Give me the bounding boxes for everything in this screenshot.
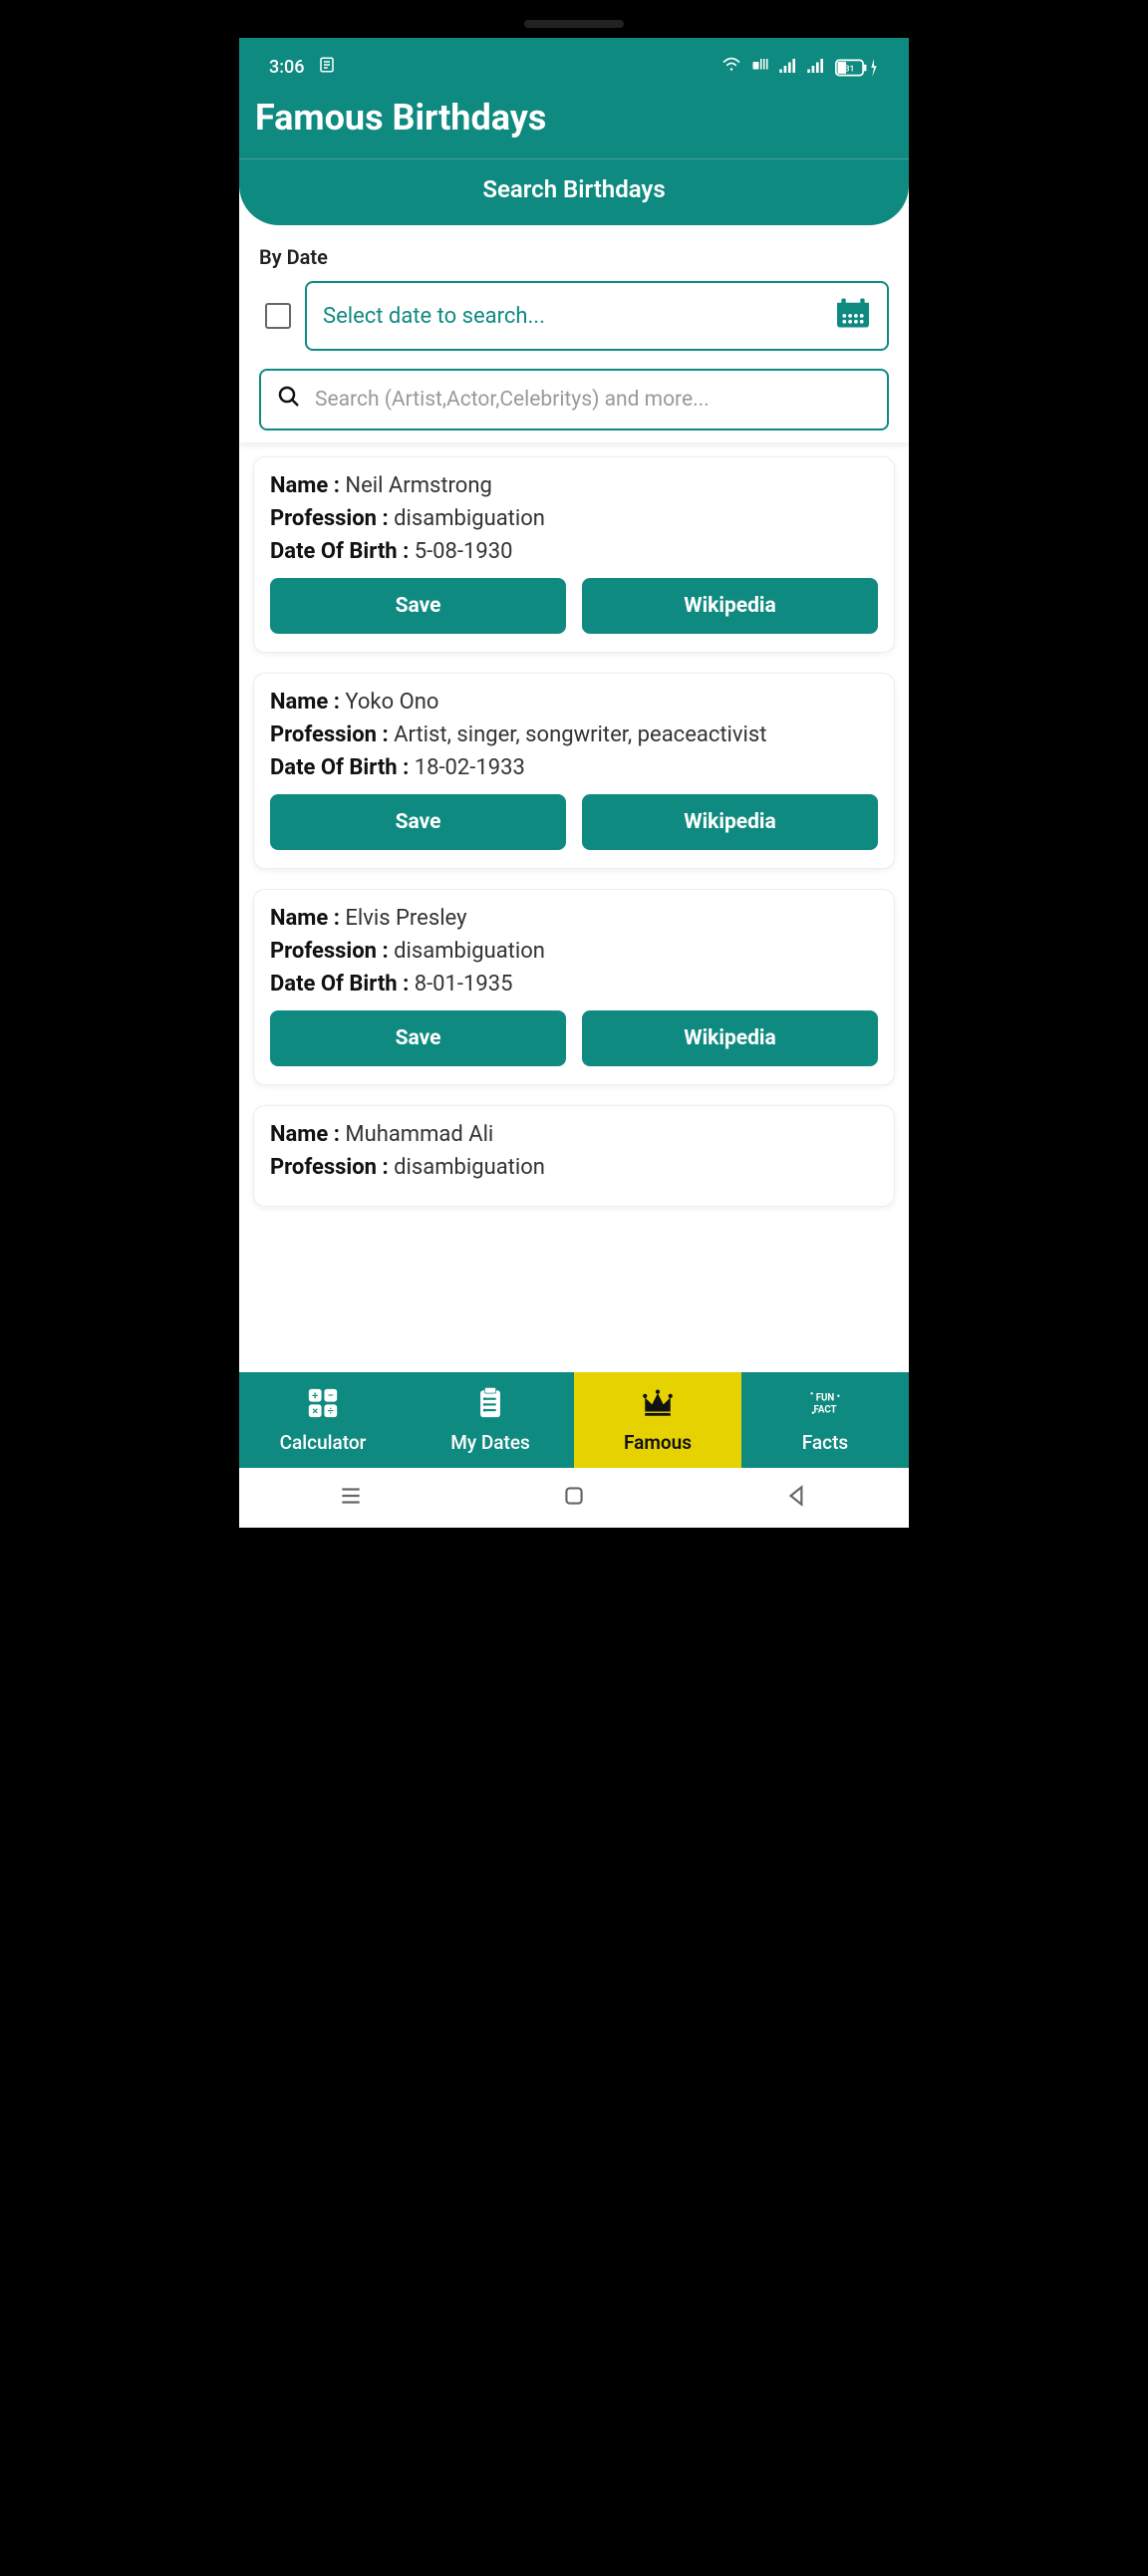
svg-text:+: + bbox=[312, 1388, 318, 1402]
search-icon bbox=[277, 385, 301, 415]
profession-label: Profession : bbox=[270, 1155, 394, 1180]
name-value: Muhammad Ali bbox=[345, 1122, 493, 1147]
svg-text:FACT: FACT bbox=[813, 1405, 836, 1416]
back-button[interactable] bbox=[784, 1483, 810, 1513]
app-bar: Famous Birthdays bbox=[239, 89, 909, 158]
device-frame: 3:06 31 bbox=[225, 0, 923, 1542]
wikipedia-button[interactable]: Wikipedia bbox=[582, 1010, 878, 1066]
dob-row: Date Of Birth : 8-01-1935 bbox=[270, 972, 878, 997]
page-title: Famous Birthdays bbox=[255, 97, 893, 139]
crown-icon bbox=[641, 1386, 675, 1425]
nav-mydates[interactable]: My Dates bbox=[407, 1372, 574, 1468]
save-button[interactable]: Save bbox=[270, 1010, 566, 1066]
name-value: Elvis Presley bbox=[345, 906, 466, 931]
save-button[interactable]: Save bbox=[270, 794, 566, 850]
dob-label: Date Of Birth : bbox=[270, 972, 415, 997]
signal-icon-1 bbox=[779, 57, 797, 78]
nav-label: My Dates bbox=[450, 1431, 530, 1454]
name-label: Name : bbox=[270, 1122, 345, 1147]
profession-label: Profession : bbox=[270, 722, 394, 747]
search-header: Search Birthdays bbox=[239, 158, 909, 225]
volte-icon bbox=[751, 57, 769, 78]
name-label: Name : bbox=[270, 690, 345, 715]
people-list[interactable]: Name : Neil Armstrong Profession : disam… bbox=[239, 442, 909, 1207]
date-checkbox[interactable] bbox=[265, 303, 291, 329]
nav-facts[interactable]: FUNFACT Facts bbox=[741, 1372, 909, 1468]
wifi-icon bbox=[721, 57, 741, 78]
profession-row: Profession : disambiguation bbox=[270, 506, 878, 531]
by-date-label: By Date bbox=[259, 245, 889, 269]
profession-row: Profession : disambiguation bbox=[270, 1155, 878, 1180]
content-area: By Date Select date to search... Search … bbox=[239, 225, 909, 1372]
profession-value: disambiguation bbox=[394, 506, 545, 531]
save-button[interactable]: Save bbox=[270, 578, 566, 634]
svg-text:×: × bbox=[312, 1403, 318, 1417]
screen: 3:06 31 bbox=[239, 38, 909, 1528]
calculator-icon: +−× ÷ bbox=[306, 1386, 340, 1425]
filter-section: By Date Select date to search... Search … bbox=[239, 225, 909, 442]
profession-value: disambiguation bbox=[394, 939, 545, 964]
wikipedia-button[interactable]: Wikipedia bbox=[582, 578, 878, 634]
speaker-notch bbox=[524, 20, 624, 28]
name-label: Name : bbox=[270, 906, 345, 931]
profession-row: Profession : Artist, singer, songwriter,… bbox=[270, 722, 878, 747]
dob-label: Date Of Birth : bbox=[270, 539, 415, 564]
search-placeholder: Search (Artist,Actor,Celebritys) and mor… bbox=[315, 388, 710, 412]
home-button[interactable] bbox=[561, 1483, 587, 1513]
wikipedia-button[interactable]: Wikipedia bbox=[582, 794, 878, 850]
signal-icon-2 bbox=[807, 57, 825, 78]
name-row: Name : Muhammad Ali bbox=[270, 1122, 878, 1147]
bottom-nav: +−× ÷ Calculator My Dates Famous FUNFACT bbox=[239, 1372, 909, 1468]
person-card: Name : Neil Armstrong Profession : disam… bbox=[253, 456, 895, 653]
person-card: Name : Yoko Ono Profession : Artist, sin… bbox=[253, 673, 895, 869]
dob-value: 18-02-1933 bbox=[415, 755, 525, 780]
dob-row: Date Of Birth : 18-02-1933 bbox=[270, 755, 878, 780]
date-placeholder: Select date to search... bbox=[323, 304, 545, 329]
status-time: 3:06 bbox=[269, 57, 304, 78]
profession-value: Artist, singer, songwriter, peaceactivis… bbox=[394, 722, 766, 747]
dob-row: Date Of Birth : 5-08-1930 bbox=[270, 539, 878, 564]
svg-text:−: − bbox=[328, 1388, 334, 1402]
nav-famous[interactable]: Famous bbox=[574, 1372, 741, 1468]
person-card: Name : Muhammad Ali Profession : disambi… bbox=[253, 1105, 895, 1207]
dob-label: Date Of Birth : bbox=[270, 755, 415, 780]
dob-value: 5-08-1930 bbox=[415, 539, 513, 564]
nav-calculator[interactable]: +−× ÷ Calculator bbox=[239, 1372, 407, 1468]
profession-label: Profession : bbox=[270, 506, 394, 531]
name-row: Name : Elvis Presley bbox=[270, 906, 878, 931]
profession-value: disambiguation bbox=[394, 1155, 545, 1180]
search-input[interactable]: Search (Artist,Actor,Celebritys) and mor… bbox=[259, 369, 889, 430]
system-nav-bar bbox=[239, 1468, 909, 1528]
status-bar: 3:06 31 bbox=[239, 38, 909, 89]
nav-label: Calculator bbox=[280, 1431, 367, 1454]
calendar-icon bbox=[835, 297, 871, 335]
name-value: Neil Armstrong bbox=[345, 473, 491, 498]
recent-apps-button[interactable] bbox=[338, 1483, 364, 1513]
person-card: Name : Elvis Presley Profession : disamb… bbox=[253, 889, 895, 1085]
svg-text:31: 31 bbox=[845, 64, 855, 74]
name-row: Name : Yoko Ono bbox=[270, 690, 878, 715]
profession-row: Profession : disambiguation bbox=[270, 939, 878, 964]
name-row: Name : Neil Armstrong bbox=[270, 473, 878, 498]
funfact-icon: FUNFACT bbox=[808, 1386, 842, 1425]
date-input[interactable]: Select date to search... bbox=[305, 281, 889, 351]
dob-value: 8-01-1935 bbox=[415, 972, 513, 997]
svg-text:÷: ÷ bbox=[328, 1403, 334, 1417]
name-label: Name : bbox=[270, 473, 345, 498]
name-value: Yoko Ono bbox=[345, 690, 438, 715]
nav-label: Famous bbox=[624, 1431, 692, 1454]
nav-label: Facts bbox=[802, 1431, 848, 1454]
battery-icon: 31 bbox=[835, 59, 879, 77]
clipboard-icon bbox=[473, 1386, 507, 1425]
notification-icon bbox=[318, 56, 336, 79]
svg-text:FUN: FUN bbox=[816, 1393, 835, 1404]
profession-label: Profession : bbox=[270, 939, 394, 964]
